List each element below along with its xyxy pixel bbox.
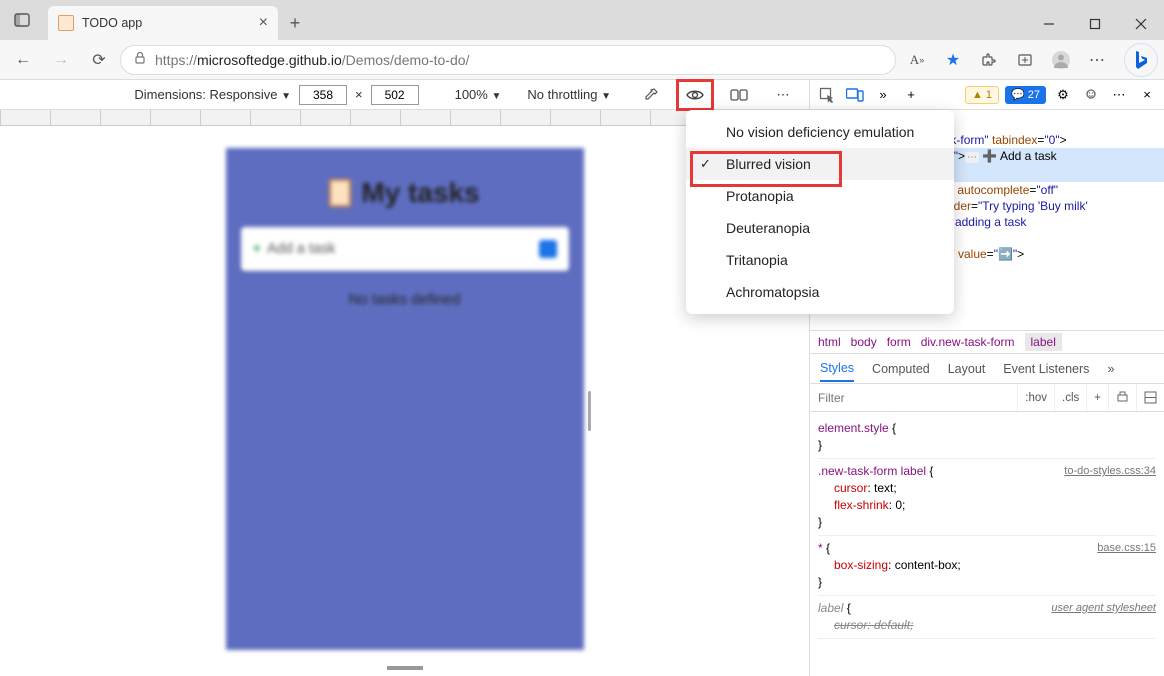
profile-icon[interactable] — [1044, 44, 1078, 76]
source-link[interactable]: base.css:15 — [1097, 540, 1156, 557]
cls-button[interactable]: .cls — [1054, 384, 1086, 411]
panel-chevrons-icon[interactable]: » — [872, 84, 894, 106]
menu-item-blurred-vision[interactable]: ✓Blurred vision — [686, 148, 954, 180]
new-style-plus-icon[interactable]: + — [1086, 384, 1108, 411]
print-media-icon[interactable] — [1108, 384, 1136, 411]
close-window-button[interactable] — [1118, 8, 1164, 40]
new-tab-button[interactable]: + — [278, 6, 312, 40]
dimension-x: × — [355, 87, 363, 102]
back-button[interactable]: ← — [6, 44, 40, 76]
dimensions-dropdown[interactable]: Dimensions: Responsive ▼ — [134, 87, 291, 102]
devtools-close-icon[interactable]: × — [1136, 84, 1158, 106]
clipboard-icon — [329, 179, 351, 207]
viewport-resize-handle[interactable] — [588, 391, 594, 431]
flexbox-icon[interactable] — [1136, 384, 1164, 411]
tab-actions-button[interactable] — [0, 0, 44, 40]
reader-mode-icon[interactable]: A» — [900, 44, 934, 76]
collections-icon[interactable] — [1008, 44, 1042, 76]
source-ua: user agent stylesheet — [1051, 600, 1156, 617]
dual-screen-icon[interactable] — [721, 80, 757, 110]
inspect-element-icon[interactable] — [816, 84, 838, 106]
vision-deficiency-button[interactable] — [677, 80, 713, 110]
tab-layout[interactable]: Layout — [948, 362, 986, 376]
extensions-icon[interactable] — [972, 44, 1006, 76]
info-badge[interactable]: 💬 27 — [1005, 86, 1046, 104]
height-input[interactable] — [371, 85, 419, 105]
device-toggle-icon[interactable] — [844, 84, 866, 106]
zoom-dropdown[interactable]: 100% ▼ — [455, 87, 502, 102]
maximize-button[interactable] — [1072, 8, 1118, 40]
browser-tab[interactable]: TODO app × — [48, 6, 278, 40]
forward-button: → — [44, 44, 78, 76]
emulated-viewport[interactable]: My tasks +Add a task No tasks defined — [226, 148, 584, 650]
eyedropper-icon[interactable] — [633, 80, 669, 110]
throttling-dropdown[interactable]: No throttling ▼ — [527, 87, 611, 102]
address-bar[interactable]: https://microsoftedge.github.io/Demos/de… — [120, 45, 896, 75]
bing-sidebar-button[interactable] — [1124, 43, 1158, 77]
submit-task-button[interactable] — [539, 240, 557, 258]
devtools-more-icon[interactable]: ⋯ — [1108, 84, 1130, 106]
width-input[interactable] — [299, 85, 347, 105]
feedback-icon[interactable] — [1080, 84, 1102, 106]
menu-item-achromatopsia[interactable]: Achromatopsia — [686, 276, 954, 308]
subtabs-more-icon[interactable]: » — [1107, 362, 1114, 376]
favorite-star-icon[interactable]: ★ — [936, 44, 970, 76]
styles-subtabs: Styles Computed Layout Event Listeners » — [810, 354, 1164, 384]
menu-item-deuteranopia[interactable]: Deuteranopia — [686, 212, 954, 244]
hov-button[interactable]: :hov — [1017, 384, 1054, 411]
tab-title: TODO app — [82, 16, 142, 30]
tab-event-listeners[interactable]: Event Listeners — [1003, 362, 1089, 376]
refresh-button[interactable]: ⟳ — [82, 44, 116, 76]
tab-computed[interactable]: Computed — [872, 362, 930, 376]
app-title: My tasks — [227, 177, 583, 209]
new-tab-plus-icon[interactable]: + — [900, 84, 922, 106]
add-task-input[interactable]: +Add a task — [241, 227, 569, 271]
menu-item-protanopia[interactable]: Protanopia — [686, 180, 954, 212]
lock-icon — [133, 51, 147, 68]
viewport-bottom-handle[interactable] — [387, 666, 423, 670]
warnings-badge[interactable]: ▲ 1 — [965, 86, 999, 104]
vision-deficiency-menu: No vision deficiency emulation ✓Blurred … — [686, 110, 954, 314]
tab-styles[interactable]: Styles — [820, 361, 854, 382]
styles-pane[interactable]: element.style {} to-do-styles.css:34 .ne… — [810, 412, 1164, 676]
check-icon: ✓ — [700, 156, 711, 172]
source-link[interactable]: to-do-styles.css:34 — [1064, 463, 1156, 480]
more-menu-icon[interactable]: ⋯ — [1080, 44, 1114, 76]
minimize-button[interactable] — [1026, 8, 1072, 40]
url-text: https://microsoftedge.github.io/Demos/de… — [155, 52, 469, 68]
menu-item-tritanopia[interactable]: Tritanopia — [686, 244, 954, 276]
device-toolbar: Dimensions: Responsive ▼ × 100% ▼ No thr… — [0, 80, 809, 110]
close-tab-icon[interactable]: × — [259, 14, 268, 32]
empty-state-text: No tasks defined — [227, 291, 583, 308]
tab-favicon — [58, 15, 74, 31]
device-toolbar-more-icon[interactable]: ⋯ — [765, 80, 801, 110]
styles-filter-input[interactable] — [810, 384, 1017, 411]
menu-item-no-deficiency[interactable]: No vision deficiency emulation — [686, 116, 954, 148]
dom-breadcrumb[interactable]: html body form div.new-task-form label — [810, 330, 1164, 354]
settings-gear-icon[interactable]: ⚙ — [1052, 84, 1074, 106]
